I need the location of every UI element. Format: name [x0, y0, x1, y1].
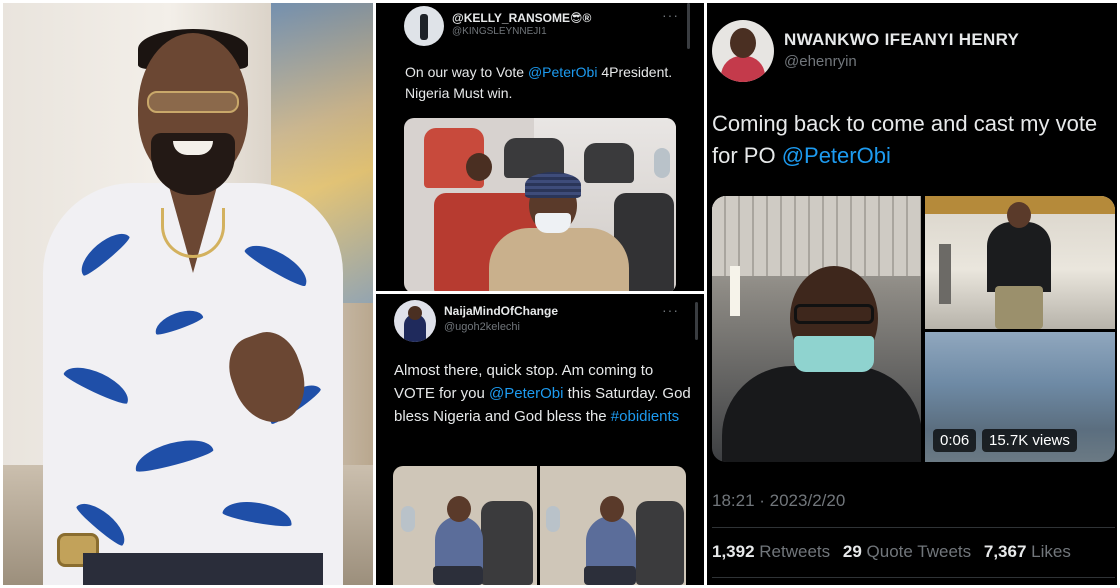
tweet-photo-2[interactable]	[540, 466, 686, 585]
tweet-photo-selfie[interactable]	[712, 196, 921, 462]
display-name[interactable]: @KELLY_RANSOME😎®	[452, 11, 591, 25]
display-name[interactable]: NWANKWO IFEANYI HENRY	[784, 30, 1019, 50]
tweet-text: Coming back to come and cast my vote for…	[712, 111, 1098, 168]
user-handle[interactable]: @ehenryin	[784, 53, 857, 70]
mention-link[interactable]: @PeterObi	[489, 385, 563, 402]
celebrity-photo	[3, 3, 373, 585]
tweet-card-3[interactable]: NWANKWO IFEANYI HENRY @ehenryin Coming b…	[707, 3, 1117, 585]
tweet-photo-airport[interactable]	[925, 196, 1115, 329]
quotes-label[interactable]: Quote Tweets	[867, 542, 972, 561]
retweets-label[interactable]: Retweets	[759, 542, 830, 561]
avatar[interactable]	[394, 300, 436, 342]
mention-link[interactable]: @PeterObi	[782, 143, 891, 168]
sunglasses	[147, 91, 239, 113]
man-in-printed-shirt	[43, 29, 343, 585]
quotes-count[interactable]: 29	[843, 542, 862, 561]
tweet-text: On our way to Vote @PeterObi 4President.…	[405, 64, 673, 101]
tweet-card-2[interactable]: NaijaMindOfChange @ugoh2kelechi ··· Almo…	[376, 294, 704, 585]
tweet-photo[interactable]	[404, 118, 676, 291]
user-handle[interactable]: @KINGSLEYNNEJI1	[452, 26, 547, 37]
hashtag-link[interactable]: #obidients	[611, 408, 679, 425]
tweet-timestamp[interactable]: 18:21 · 2023/2/20	[712, 491, 845, 511]
tweet-card-1[interactable]: @KELLY_RANSOME😎® @KINGSLEYNNEJI1 ··· On …	[376, 3, 704, 291]
scrollbar[interactable]	[695, 302, 698, 340]
video-views: 15.7K views	[982, 429, 1077, 452]
scrollbar[interactable]	[687, 3, 690, 49]
tweet-text: Almost there, quick stop. Am coming to V…	[394, 362, 691, 425]
avatar[interactable]	[712, 20, 774, 82]
more-options-icon[interactable]: ···	[662, 302, 679, 318]
tweet-stats: 1,392 Retweets 29 Quote Tweets 7,367 Lik…	[712, 542, 1071, 562]
divider	[712, 527, 1115, 528]
tweet-photo-1[interactable]	[393, 466, 537, 585]
avatar[interactable]	[404, 6, 444, 46]
divider	[712, 577, 1115, 578]
mention-link[interactable]: @PeterObi	[528, 64, 597, 80]
user-handle[interactable]: @ugoh2kelechi	[444, 321, 520, 333]
display-name[interactable]: NaijaMindOfChange	[444, 304, 558, 318]
more-options-icon[interactable]: ···	[662, 7, 679, 23]
retweets-count[interactable]: 1,392	[712, 542, 755, 561]
video-duration: 0:06	[933, 429, 977, 452]
likes-label[interactable]: Likes	[1031, 542, 1071, 561]
likes-count[interactable]: 7,367	[984, 542, 1027, 561]
